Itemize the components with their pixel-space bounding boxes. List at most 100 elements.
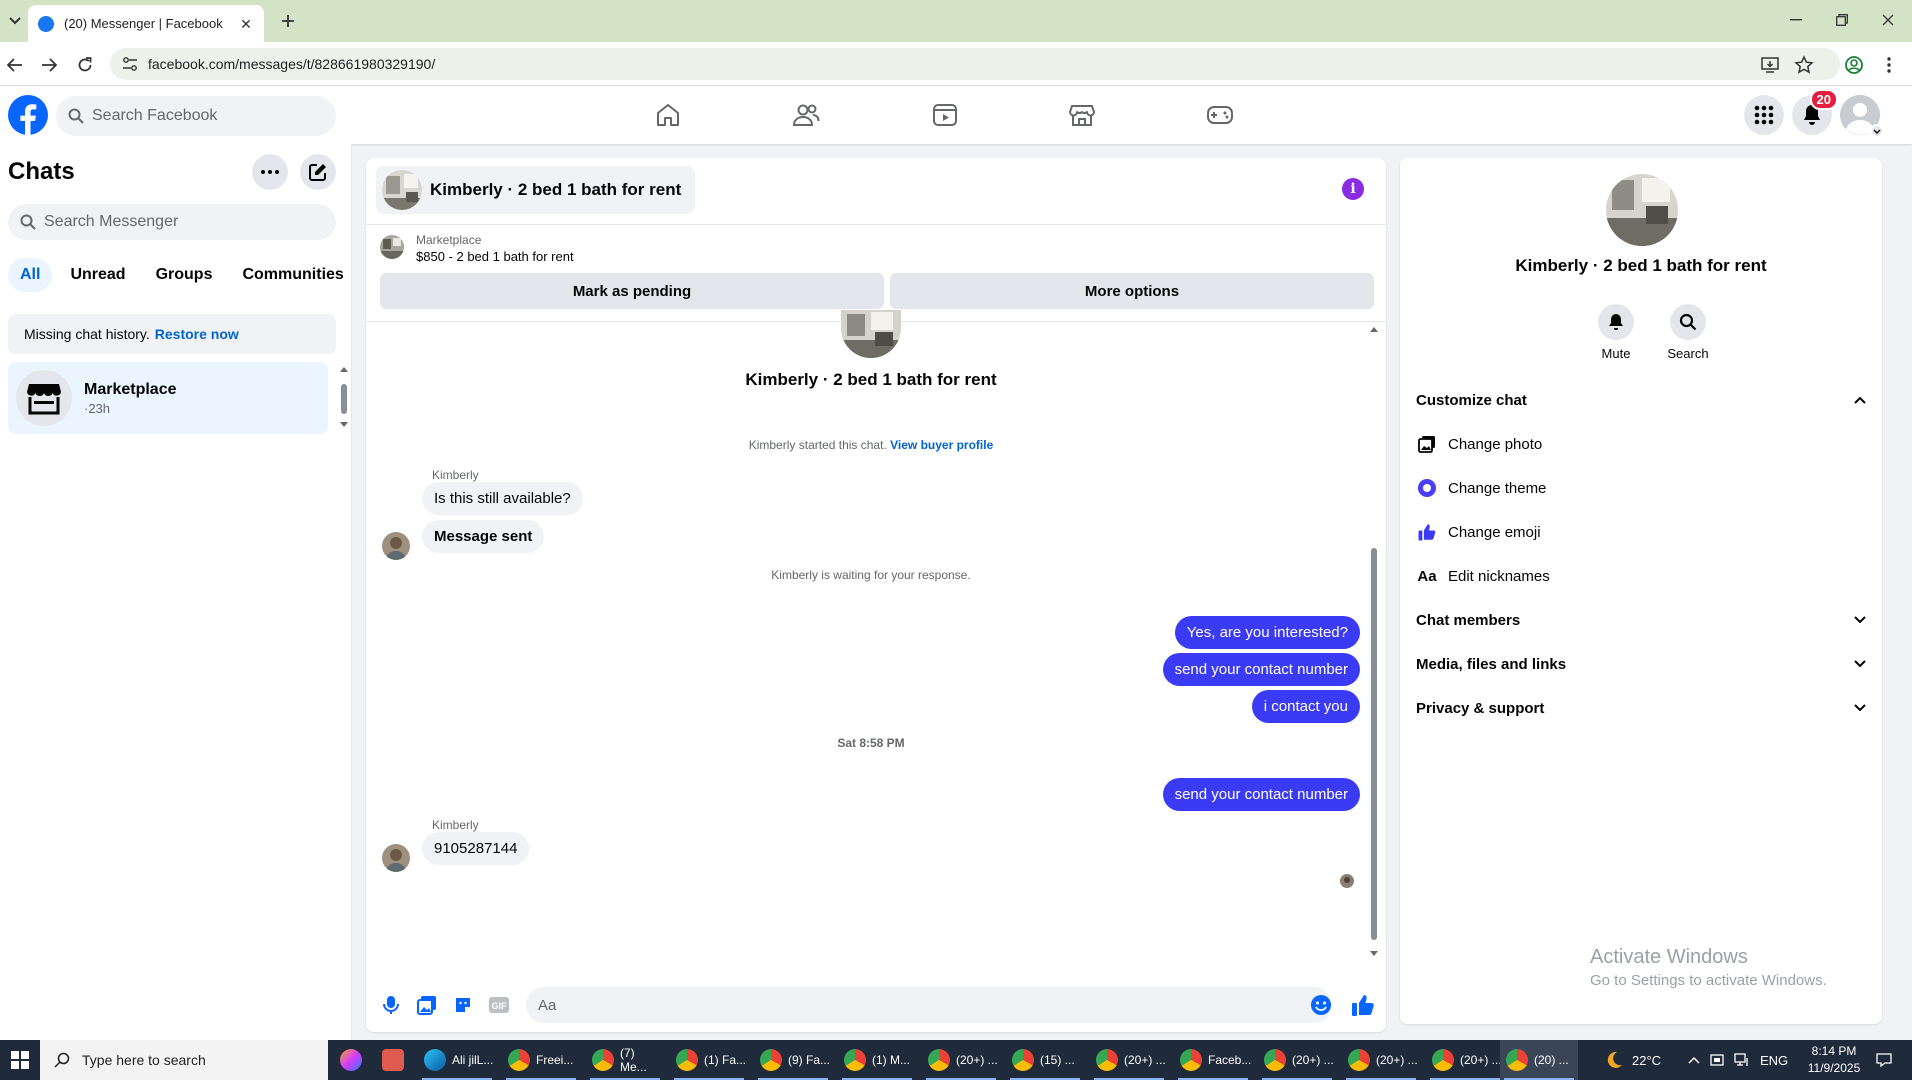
taskbar-clock[interactable]: 8:14 PM 11/9/2025 [1796, 1043, 1872, 1077]
filter-groups[interactable]: Groups [144, 258, 225, 292]
facebook-search-bar[interactable]: Search Facebook [56, 96, 336, 136]
incoming-message[interactable]: 9105287144 [422, 832, 530, 865]
taskbar-search-box[interactable]: Type here to search [40, 1040, 328, 1080]
chat-info-avatar[interactable] [1606, 174, 1678, 246]
game-app-icon[interactable] [376, 1040, 412, 1080]
gif-icon[interactable]: GIF [488, 994, 510, 1016]
nav-marketplace-icon[interactable] [1027, 95, 1137, 135]
taskbar-app-label: (20) ... [1534, 1053, 1569, 1067]
filter-communities[interactable]: Communities [230, 258, 355, 292]
send-like-thumbs-up-icon[interactable] [1350, 992, 1376, 1018]
browser-menu-kebab-icon[interactable] [1876, 52, 1902, 78]
new-message-compose-icon[interactable] [300, 154, 336, 190]
browser-tab-strip: (20) Messenger | Facebook ✕ [0, 0, 1912, 42]
chat-list-item-marketplace[interactable]: Marketplace ·23h [8, 362, 328, 434]
taskbar-app-chrome[interactable]: (20+) ... [1090, 1040, 1168, 1080]
notifications-bell-icon[interactable]: 20 [1792, 89, 1838, 135]
outgoing-message[interactable]: send your contact number [1162, 778, 1360, 811]
chevron-down-icon [1854, 660, 1866, 668]
filter-all[interactable]: All [8, 258, 53, 292]
nav-home-icon[interactable] [613, 95, 723, 135]
mark-as-pending-button[interactable]: Mark as pending [380, 273, 884, 309]
filter-unread[interactable]: Unread [58, 258, 137, 292]
minimize-window-icon[interactable] [1774, 6, 1818, 34]
incoming-message[interactable]: Message sent [422, 520, 545, 553]
copilot-app-icon[interactable] [334, 1040, 370, 1080]
taskbar-app-chrome[interactable]: (15) ... [1006, 1040, 1084, 1080]
taskbar-app-chrome[interactable]: Faceb... [1174, 1040, 1252, 1080]
outgoing-message[interactable]: i contact you [1251, 690, 1360, 723]
view-buyer-profile-link[interactable]: View buyer profile [890, 438, 993, 452]
sidebar-scrollbar[interactable] [338, 362, 350, 432]
edit-nicknames-option[interactable]: Aa Edit nicknames [1416, 556, 1866, 596]
facebook-logo-icon[interactable] [8, 95, 48, 135]
media-files-links-section[interactable]: Media, files and links [1416, 644, 1866, 684]
chat-options-more-icon[interactable] [252, 154, 288, 190]
nav-gaming-icon[interactable] [1165, 95, 1275, 135]
windows-start-icon[interactable] [0, 1040, 40, 1080]
tray-app-icon[interactable] [1710, 1053, 1724, 1067]
sticker-icon[interactable] [452, 994, 474, 1016]
network-icon[interactable] [1734, 1053, 1750, 1067]
voice-clip-mic-icon[interactable] [380, 994, 402, 1016]
restore-window-icon[interactable] [1820, 6, 1864, 34]
attach-photo-icon[interactable] [416, 994, 438, 1016]
bookmark-star-icon[interactable] [1794, 55, 1814, 75]
outgoing-message[interactable]: Yes, are you interested? [1174, 616, 1360, 649]
taskbar-app-chrome[interactable]: (1) M... [838, 1040, 916, 1080]
taskbar-app-chrome-active[interactable]: (20) ... [1500, 1040, 1578, 1080]
search-icon [1670, 304, 1706, 340]
customize-chat-section[interactable]: Customize chat [1416, 380, 1866, 420]
new-tab-plus-icon[interactable] [276, 9, 300, 33]
emoji-smile-icon[interactable] [1310, 994, 1332, 1016]
tab-close-icon[interactable]: ✕ [238, 16, 254, 32]
conversation-scrollbar[interactable] [1368, 322, 1380, 962]
tab-search-chevron-icon[interactable] [4, 10, 26, 32]
browser-tab-active[interactable]: (20) Messenger | Facebook ✕ [28, 5, 264, 42]
nav-video-icon[interactable] [890, 95, 1000, 135]
messenger-search-input[interactable]: Search Messenger [8, 204, 336, 240]
change-theme-option[interactable]: Change theme [1416, 468, 1866, 508]
taskbar-app-chrome[interactable]: (20+) ... [1426, 1040, 1504, 1080]
mute-action[interactable]: Mute [1586, 304, 1646, 361]
language-indicator[interactable]: ENG [1760, 1053, 1788, 1068]
url-omnibox[interactable]: facebook.com/messages/t/828661980329190/ [110, 48, 1840, 80]
restore-now-link[interactable]: Restore now [155, 326, 239, 342]
install-app-icon[interactable] [1760, 55, 1780, 75]
sender-name: Kimberly [432, 468, 479, 482]
nav-friends-icon[interactable] [751, 95, 861, 135]
change-emoji-option[interactable]: Change emoji [1416, 512, 1866, 552]
change-photo-option[interactable]: Change photo [1416, 424, 1866, 464]
site-settings-icon[interactable] [122, 57, 138, 71]
close-window-icon[interactable] [1866, 6, 1910, 34]
taskbar-app-chrome[interactable]: (20+) ... [1258, 1040, 1336, 1080]
privacy-support-section[interactable]: Privacy & support [1416, 688, 1866, 728]
chat-item-name: Marketplace [84, 380, 177, 398]
more-options-button[interactable]: More options [890, 273, 1374, 309]
taskbar-app-chrome[interactable]: (20+) ... [922, 1040, 1000, 1080]
reload-icon[interactable] [72, 52, 98, 78]
taskbar-app-chrome[interactable]: (20+) ... [1342, 1040, 1420, 1080]
taskbar-app-edge[interactable]: Ali jilL... [418, 1040, 496, 1080]
menu-grid-icon[interactable] [1744, 95, 1784, 135]
message-input[interactable] [526, 987, 1332, 1023]
taskbar-app-chrome[interactable]: (7) Me... [586, 1040, 664, 1080]
account-chevron-down-icon[interactable] [1870, 124, 1884, 138]
forward-arrow-icon[interactable] [36, 52, 62, 78]
conversation-header[interactable]: Kimberly · 2 bed 1 bath for rent [376, 166, 696, 214]
conversation-info-icon[interactable]: i [1342, 178, 1364, 200]
outgoing-message[interactable]: send your contact number [1162, 653, 1360, 686]
profile-account-icon[interactable] [1841, 52, 1867, 78]
taskbar-app-chrome[interactable]: Freei... [502, 1040, 580, 1080]
notification-center-icon[interactable] [1876, 1040, 1892, 1080]
incoming-message[interactable]: Is this still available? [422, 482, 583, 515]
chat-members-section[interactable]: Chat members [1416, 600, 1866, 640]
back-arrow-icon[interactable] [2, 52, 28, 78]
taskbar-app-chrome[interactable]: (1) Fa... [670, 1040, 748, 1080]
taskbar-app-chrome[interactable]: (9) Fa... [754, 1040, 832, 1080]
search-in-chat-action[interactable]: Search [1658, 304, 1718, 361]
tray-chevron-up-icon[interactable] [1688, 1056, 1700, 1064]
listing-title[interactable]: $850 - 2 bed 1 bath for rent [416, 249, 574, 264]
change-theme-label: Change theme [1448, 479, 1547, 497]
weather-widget[interactable]: 22°C [1604, 1040, 1661, 1080]
